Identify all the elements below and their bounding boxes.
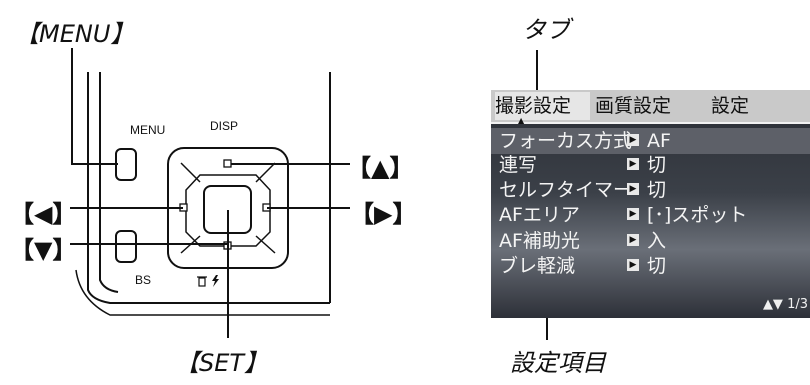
row-arrow-icon: ▶ — [627, 183, 639, 195]
row-arrow-icon: ▶ — [627, 134, 639, 146]
row-label: 連写 — [499, 154, 538, 176]
up-key[interactable] — [223, 159, 232, 168]
tab-callout: タブ — [522, 16, 570, 44]
row-arrow-icon: ▶ — [627, 158, 639, 170]
bs-button[interactable] — [115, 230, 137, 263]
menu-row[interactable]: 連写 ▶ 切 — [491, 152, 810, 178]
menu-callout: 【MENU】 — [15, 20, 135, 48]
menu-row[interactable]: AFエリア ▶ [･]スポット — [491, 202, 810, 228]
menu-button[interactable] — [115, 148, 137, 181]
camera-back-illustration — [70, 48, 350, 338]
tab-shooting[interactable]: 撮影設定 — [495, 92, 590, 120]
tab-setup[interactable]: 設定 — [711, 92, 806, 120]
tab-marker-icon: ▲ — [518, 116, 525, 125]
trash-icon — [197, 276, 207, 287]
row-value: 切 — [647, 255, 667, 277]
row-value: 入 — [647, 230, 667, 252]
row-arrow-icon: ▶ — [627, 208, 639, 220]
row-label: フォーカス方式 — [499, 130, 633, 152]
row-value: AF — [647, 130, 671, 152]
set-callout: 【SET】 — [175, 349, 269, 377]
row-label: AFエリア — [499, 204, 580, 226]
right-callout: 【▶】 — [350, 200, 417, 228]
menu-label: MENU — [130, 123, 166, 137]
down-callout: 【▼】 — [10, 236, 77, 264]
row-label: セルフタイマー — [499, 179, 633, 201]
disp-label: DISP — [210, 119, 239, 133]
flash-icon — [212, 275, 219, 287]
menu-row[interactable]: フォーカス方式 ▶ AF — [491, 128, 810, 154]
tab-quality[interactable]: 画質設定 — [595, 92, 705, 120]
row-arrow-icon: ▶ — [627, 259, 639, 271]
lcd-tab-bar: 撮影設定 画質設定 設定 ▲ — [491, 90, 810, 125]
menu-row[interactable]: AF補助光 ▶ 入 — [491, 228, 810, 254]
page-indicator: ▲▼ 1/3 — [762, 297, 808, 312]
left-callout: 【◀】 — [10, 200, 77, 228]
row-label: ブレ軽減 — [499, 255, 576, 277]
menu-row[interactable]: セルフタイマー ▶ 切 — [491, 177, 810, 203]
lcd-screen: 撮影設定 画質設定 設定 ▲ フォーカス方式 ▶ AF 連写 ▶ 切 セルフタイ… — [491, 90, 810, 318]
item-callout: 設定項目 — [510, 349, 606, 377]
menu-row[interactable]: ブレ軽減 ▶ 切 — [491, 253, 810, 279]
row-label: AF補助光 — [499, 230, 580, 252]
up-callout: 【▲】 — [347, 154, 414, 182]
row-value: 切 — [647, 154, 667, 176]
row-value: 切 — [647, 179, 667, 201]
bs-label: BS — [135, 273, 152, 287]
row-arrow-icon: ▶ — [627, 234, 639, 246]
row-value: [･]スポット — [647, 204, 748, 226]
